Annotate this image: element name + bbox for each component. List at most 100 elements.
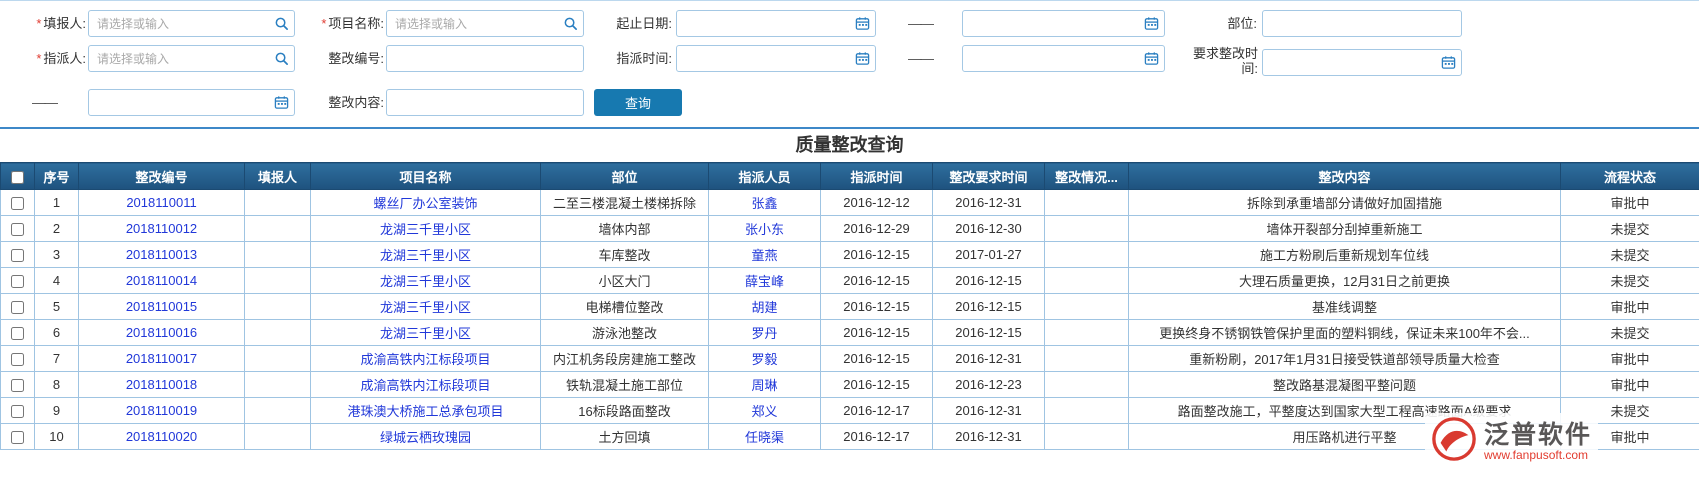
assign-time-start-wrap [676, 45, 876, 72]
search-icon[interactable] [268, 46, 294, 71]
col-status: 流程状态 [1561, 163, 1699, 190]
cell-situation [1045, 398, 1129, 424]
cell-project[interactable]: 龙湖三千里小区 [311, 294, 541, 320]
date-range-end-input[interactable] [963, 11, 1138, 36]
cell-project[interactable]: 成渝高铁内江标段项目 [311, 372, 541, 398]
require-time-start-wrap [1262, 49, 1462, 76]
cell-assignee[interactable]: 罗丹 [709, 320, 821, 346]
cell-location: 土方回填 [541, 424, 709, 450]
calendar-icon[interactable] [1138, 46, 1164, 71]
cell-assignee[interactable]: 罗毅 [709, 346, 821, 372]
fanpu-logo-icon [1431, 416, 1477, 467]
row-checkbox[interactable] [11, 379, 24, 392]
cell-project[interactable]: 龙湖三千里小区 [311, 320, 541, 346]
cell-assign-time: 2016-12-15 [821, 346, 933, 372]
table-row: 1 2018110011 螺丝厂办公室装饰 二至三楼混凝土楼梯拆除 张鑫 201… [1, 190, 1699, 216]
date-range-end-wrap [962, 10, 1165, 37]
cell-seq: 8 [35, 372, 79, 398]
cell-rectify-no[interactable]: 2018110018 [79, 372, 245, 398]
rectify-no-input[interactable] [387, 46, 583, 71]
cell-assignee[interactable]: 张小东 [709, 216, 821, 242]
assign-time-end-input[interactable] [963, 46, 1138, 71]
calendar-icon[interactable] [268, 90, 294, 115]
cell-project[interactable]: 成渝高铁内江标段项目 [311, 346, 541, 372]
project-input[interactable] [387, 11, 557, 36]
cell-situation [1045, 268, 1129, 294]
require-time-start-input[interactable] [1263, 50, 1435, 75]
fanpu-logo-text: 泛普软件 www.fanpusoft.com [1484, 422, 1592, 462]
cell-require-time: 2016-12-23 [933, 372, 1045, 398]
row-checkbox[interactable] [11, 249, 24, 262]
cell-rectify-no[interactable]: 2018110014 [79, 268, 245, 294]
row-checkbox[interactable] [11, 353, 24, 366]
assigner-input[interactable] [89, 46, 268, 71]
cell-assign-time: 2016-12-15 [821, 268, 933, 294]
assign-time-start-input[interactable] [677, 46, 849, 71]
cell-content: 大理石质量更换，12月31日之前更换 [1129, 268, 1561, 294]
require-time-end-input[interactable] [89, 90, 268, 115]
col-assign-time: 指派时间 [821, 163, 933, 190]
cell-reporter [245, 346, 311, 372]
rectification-table: 序号 整改编号 填报人 项目名称 部位 指派人员 指派时间 整改要求时间 整改情… [0, 162, 1699, 450]
cell-rectify-no[interactable]: 2018110015 [79, 294, 245, 320]
search-icon[interactable] [268, 11, 294, 36]
fanpu-logo-url: www.fanpusoft.com [1484, 448, 1592, 462]
reporter-input[interactable] [89, 11, 268, 36]
cell-assignee[interactable]: 薛宝峰 [709, 268, 821, 294]
cell-assignee[interactable]: 胡建 [709, 294, 821, 320]
calendar-icon[interactable] [849, 46, 875, 71]
cell-content: 墙体开裂部分刮掉重新施工 [1129, 216, 1561, 242]
row-checkbox[interactable] [11, 275, 24, 288]
row-checkbox[interactable] [11, 223, 24, 236]
cell-rectify-no[interactable]: 2018110011 [79, 190, 245, 216]
cell-project[interactable]: 港珠澳大桥施工总承包项目 [311, 398, 541, 424]
row-checkbox[interactable] [11, 197, 24, 210]
cell-seq: 7 [35, 346, 79, 372]
cell-project[interactable]: 龙湖三千里小区 [311, 268, 541, 294]
cell-assignee[interactable]: 任晓渠 [709, 424, 821, 450]
cell-project[interactable]: 龙湖三千里小区 [311, 216, 541, 242]
date-range-start-input[interactable] [677, 11, 849, 36]
cell-rectify-no[interactable]: 2018110017 [79, 346, 245, 372]
calendar-icon[interactable] [1435, 50, 1461, 75]
cell-rectify-no[interactable]: 2018110019 [79, 398, 245, 424]
table-body: 1 2018110011 螺丝厂办公室装饰 二至三楼混凝土楼梯拆除 张鑫 201… [1, 190, 1699, 450]
content-input[interactable] [387, 90, 583, 115]
cell-rectify-no[interactable]: 2018110013 [79, 242, 245, 268]
cell-seq: 4 [35, 268, 79, 294]
cell-content: 更换终身不锈钢铁管保护里面的塑料铜线，保证未来100年不会... [1129, 320, 1561, 346]
cell-project[interactable]: 龙湖三千里小区 [311, 242, 541, 268]
rectify-no-input-wrap [386, 45, 584, 72]
cell-assignee[interactable]: 周琳 [709, 372, 821, 398]
location-input-wrap [1262, 10, 1462, 37]
cell-status: 审批中 [1561, 372, 1699, 398]
cell-seq: 1 [35, 190, 79, 216]
location-input[interactable] [1263, 11, 1461, 36]
row-checkbox[interactable] [11, 301, 24, 314]
table-row: 7 2018110017 成渝高铁内江标段项目 内江机务段房建施工整改 罗毅 2… [1, 346, 1699, 372]
col-rectify-no: 整改编号 [79, 163, 245, 190]
cell-require-time: 2017-01-27 [933, 242, 1045, 268]
cell-status: 审批中 [1561, 294, 1699, 320]
search-button[interactable]: 查询 [594, 89, 682, 116]
calendar-icon[interactable] [849, 11, 875, 36]
row-checkbox[interactable] [11, 327, 24, 340]
cell-location: 电梯槽位整改 [541, 294, 709, 320]
row-checkbox-cell [1, 294, 35, 320]
select-all-checkbox[interactable] [11, 171, 24, 184]
cell-rectify-no[interactable]: 2018110020 [79, 424, 245, 450]
cell-assignee[interactable]: 郑义 [709, 398, 821, 424]
row-checkbox[interactable] [11, 405, 24, 418]
search-icon[interactable] [557, 11, 583, 36]
cell-project[interactable]: 螺丝厂办公室装饰 [311, 190, 541, 216]
col-content: 整改内容 [1129, 163, 1561, 190]
cell-assignee[interactable]: 张鑫 [709, 190, 821, 216]
assign-time-end-wrap [962, 45, 1165, 72]
cell-rectify-no[interactable]: 2018110016 [79, 320, 245, 346]
cell-assignee[interactable]: 童燕 [709, 242, 821, 268]
calendar-icon[interactable] [1138, 11, 1164, 36]
cell-project[interactable]: 绿城云栖玫瑰园 [311, 424, 541, 450]
cell-location: 铁轨混凝土施工部位 [541, 372, 709, 398]
cell-rectify-no[interactable]: 2018110012 [79, 216, 245, 242]
row-checkbox[interactable] [11, 431, 24, 444]
